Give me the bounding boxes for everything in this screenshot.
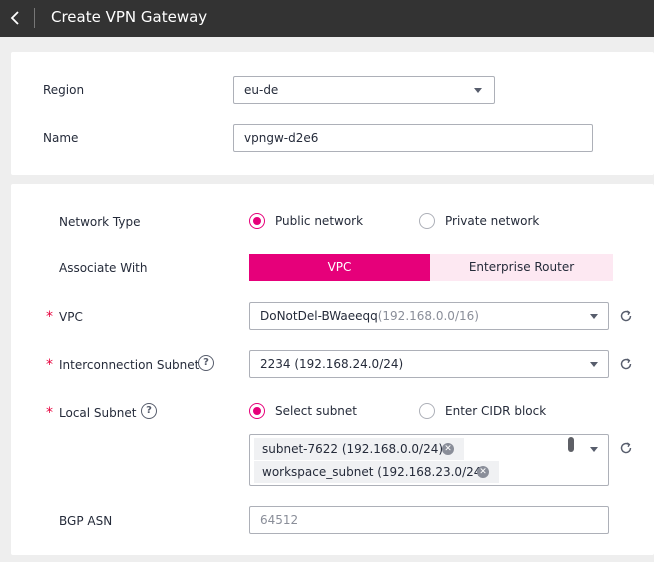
network-card: Network Type Public network Private netw… [11,184,654,555]
close-circle-icon[interactable]: ✕ [477,466,489,478]
title-bar: Create VPN Gateway [0,0,654,37]
enter-cidr-block-label[interactable]: Enter CIDR block [445,404,546,418]
page-title: Create VPN Gateway [51,8,208,26]
caret-down-icon [474,88,482,93]
refresh-icon[interactable] [619,357,633,371]
refresh-icon[interactable] [619,441,633,455]
subnet-tag-label: workspace_subnet (192.168.23.0/24) [262,465,487,479]
vpc-label: VPC [59,310,83,324]
required-marker: * [46,357,53,373]
interconnection-subnet-select[interactable]: 2234 (192.168.24.0/24) [249,350,609,378]
refresh-icon[interactable] [619,309,633,323]
subnet-tag-label: subnet-7622 (192.168.0.0/24) [262,442,444,456]
interconnection-subnet-label: Interconnection Subnet [59,358,200,372]
associate-enterprise-router-button[interactable]: Enterprise Router [430,254,613,281]
radio-enter-cidr-block[interactable] [419,403,435,419]
local-subnet-multiselect[interactable]: subnet-7622 (192.168.0.0/24) ✕ workspace… [249,434,609,486]
vpc-name: DoNotDel-BWaeeqq [260,309,378,323]
radio-select-subnet[interactable] [249,403,265,419]
vpc-cidr: (192.168.0.0/16) [377,309,479,323]
bgp-asn-placeholder: 64512 [260,513,299,527]
required-marker: * [46,405,53,421]
required-marker: * [46,309,53,325]
associate-vpc-button[interactable]: VPC [249,254,430,281]
name-input[interactable]: vpngw-d2e6 [233,124,593,152]
radio-private-network[interactable] [419,213,435,229]
close-circle-icon[interactable]: ✕ [442,443,454,455]
public-network-label[interactable]: Public network [275,214,363,228]
select-subnet-label[interactable]: Select subnet [275,404,357,418]
subnet-tag: workspace_subnet (192.168.23.0/24) ✕ [254,461,499,483]
local-subnet-label: Local Subnet [59,406,137,420]
scrollbar-thumb[interactable] [568,437,574,452]
region-value: eu-de [244,83,279,97]
associate-with-label: Associate With [59,261,148,275]
subnet-tag: subnet-7622 (192.168.0.0/24) ✕ [254,438,464,460]
private-network-label[interactable]: Private network [445,214,539,228]
network-type-label: Network Type [59,215,141,229]
question-circle-icon[interactable]: ? [141,403,157,419]
caret-down-icon [590,362,598,367]
question-circle-icon[interactable]: ? [198,355,214,371]
region-label: Region [43,83,85,97]
interconnection-subnet-value: 2234 (192.168.24.0/24) [260,357,404,371]
chevron-left-icon [10,11,19,25]
caret-down-icon [590,447,598,452]
caret-down-icon [590,314,598,319]
basic-info-card: Region eu-de Name vpngw-d2e6 [11,52,654,175]
bgp-asn-input[interactable]: 64512 [249,506,609,534]
name-value: vpngw-d2e6 [244,131,319,145]
bgp-asn-label: BGP ASN [59,514,113,528]
name-label: Name [43,131,79,145]
radio-public-network[interactable] [249,213,265,229]
vpc-select[interactable]: DoNotDel-BWaeeqq(192.168.0.0/16) [249,302,609,330]
title-divider [34,8,35,28]
region-select[interactable]: eu-de [233,76,495,104]
back-button[interactable] [6,7,26,29]
